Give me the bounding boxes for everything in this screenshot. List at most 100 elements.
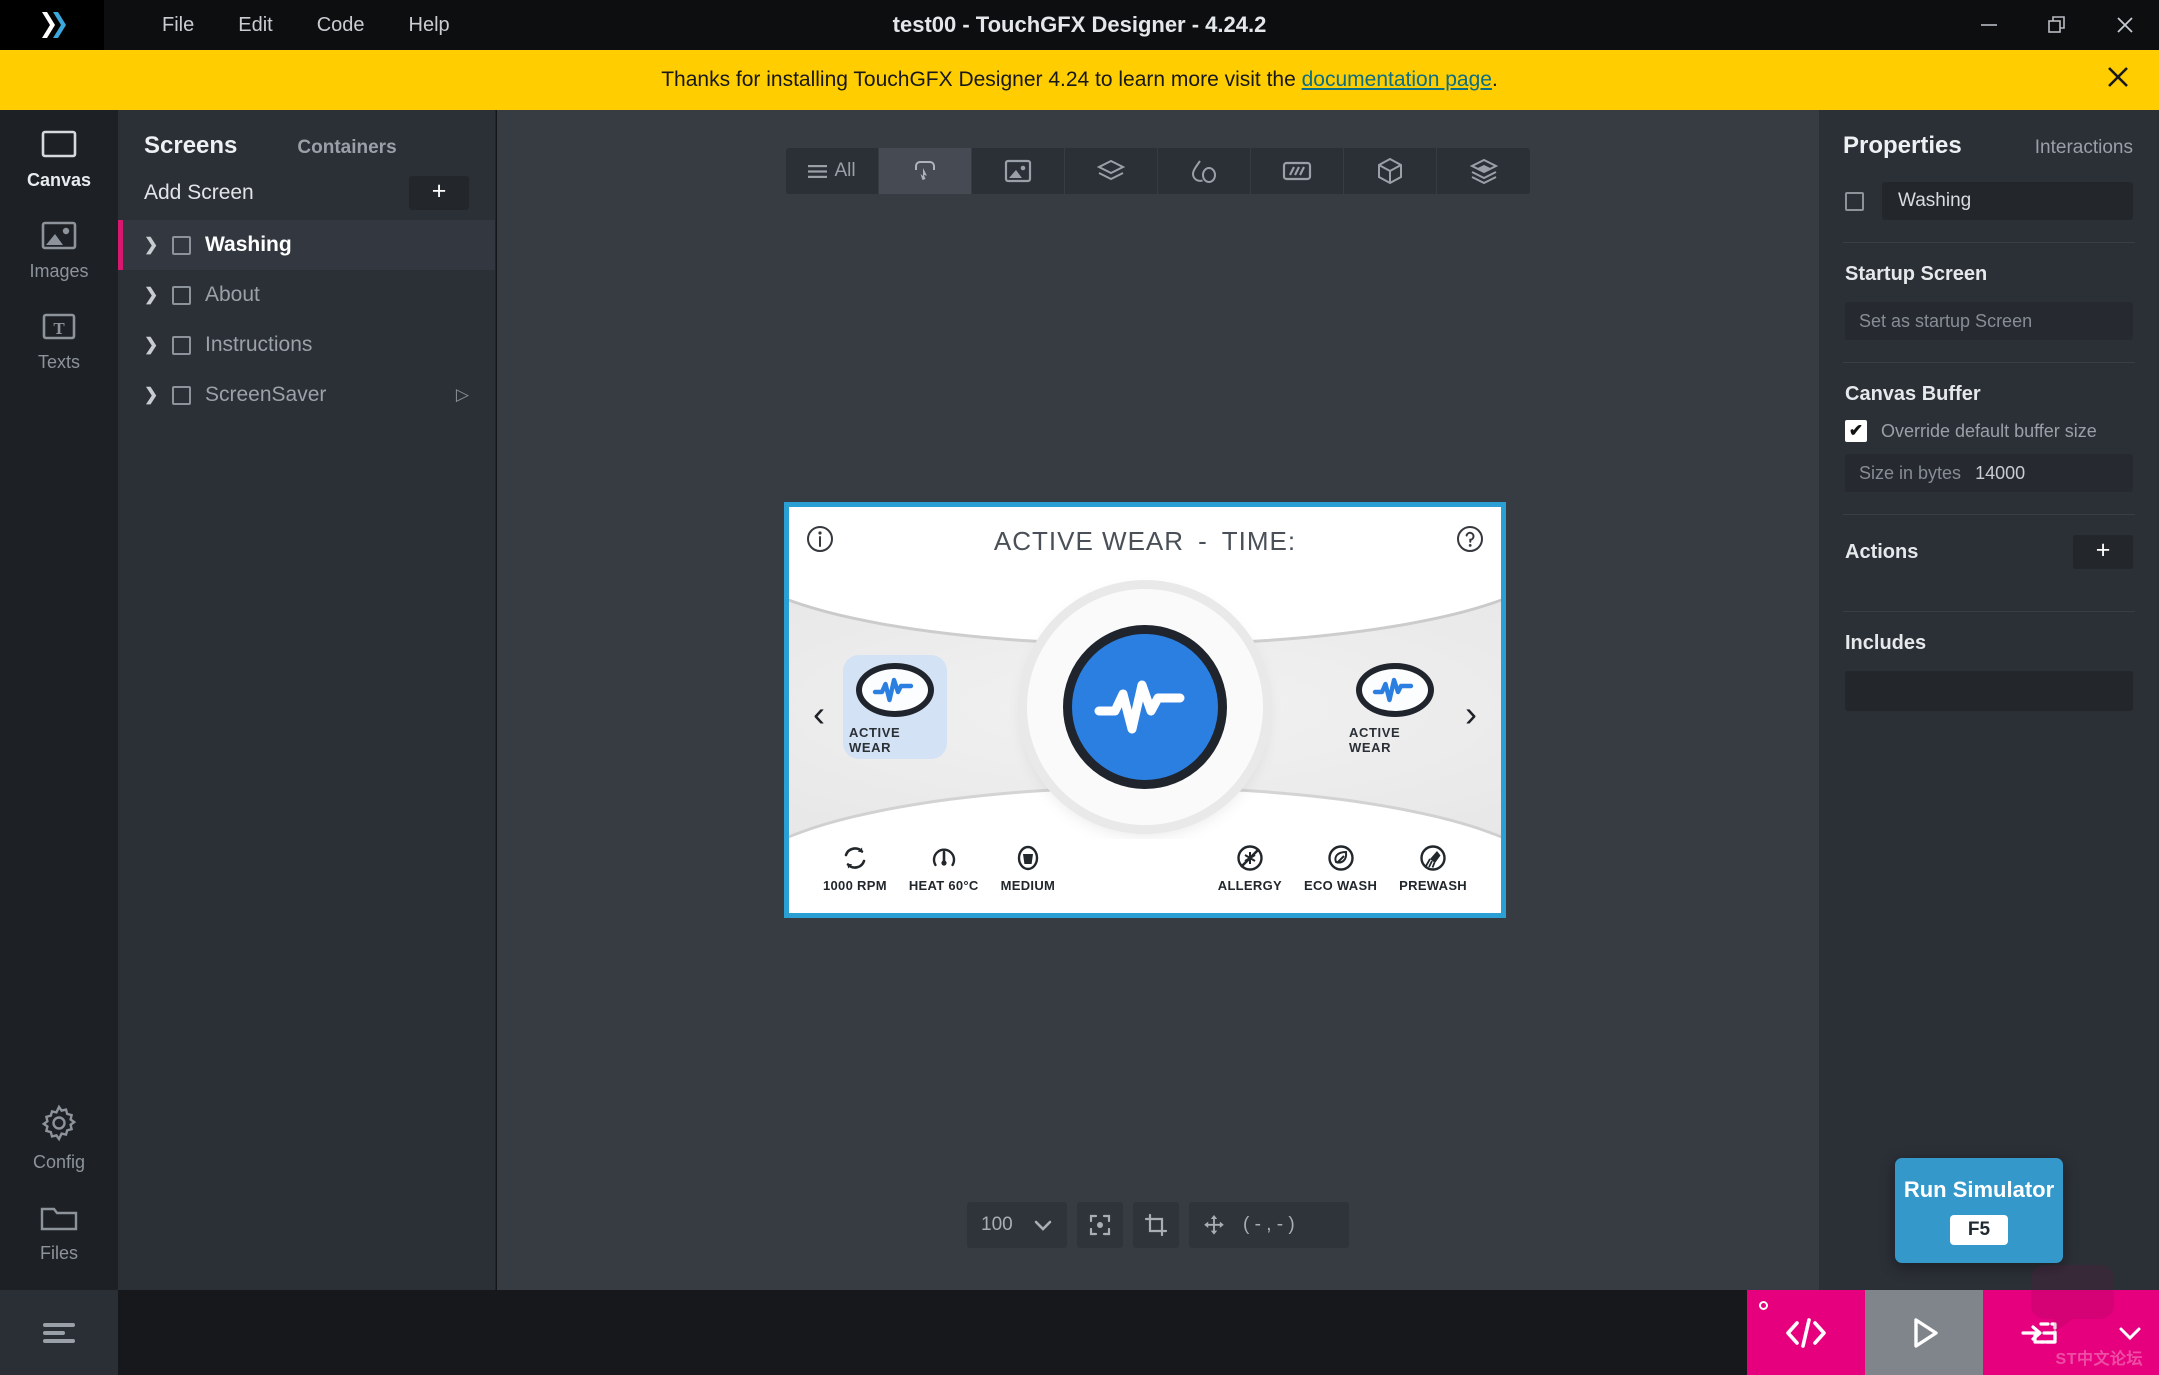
carousel-item-left[interactable]: ACTIVE WEAR <box>843 655 947 759</box>
notification-text-after: . <box>1491 68 1498 91</box>
run-simulator-tooltip[interactable]: Run Simulator F5 <box>1895 1158 2063 1263</box>
override-buffer-row: ✔ Override default buffer size <box>1819 406 2159 442</box>
carousel-next-button[interactable]: › <box>1465 693 1477 735</box>
footer-item-allergy[interactable]: ALLERGY <box>1218 843 1282 893</box>
chevron-right-icon[interactable]: ❯ <box>144 335 158 355</box>
toolbar-widget-custom[interactable] <box>1437 148 1530 194</box>
menu-bar: File Edit Code Help <box>140 8 472 43</box>
rail-item-canvas[interactable]: Canvas <box>0 110 118 201</box>
play-icon[interactable]: ▷ <box>456 385 469 405</box>
toolbar-widget-button[interactable] <box>879 148 972 194</box>
device-title: ACTIVE WEAR - TIME: <box>994 526 1296 557</box>
zoom-level-select[interactable]: 100 <box>967 1202 1067 1248</box>
toolbar-widget-shape[interactable] <box>1158 148 1251 194</box>
footer-item-heat[interactable]: HEAT 60°C <box>909 843 979 893</box>
chevron-right-icon[interactable]: ❯ <box>144 235 158 255</box>
carousel-center-button[interactable] <box>1063 625 1227 789</box>
hamburger-icon <box>808 164 828 178</box>
screen-name-row: Washing <box>1819 182 2159 220</box>
set-as-startup-screen-button[interactable]: Set as startup Screen <box>1845 302 2133 340</box>
tab-containers[interactable]: Containers <box>297 137 396 159</box>
rail-label-config: Config <box>32 1152 86 1172</box>
run-target-dropdown-button[interactable] <box>2101 1290 2159 1375</box>
notification-close-button[interactable] <box>2095 60 2141 100</box>
toolbar-widget-gauge[interactable] <box>1251 148 1344 194</box>
notification-text-before: Thanks for installing TouchGFX Designer … <box>661 68 1302 91</box>
add-screen-button[interactable]: + <box>409 176 469 210</box>
add-action-button[interactable]: + <box>2073 535 2133 569</box>
footer-item-label: 1000 RPM <box>823 878 887 893</box>
run-button[interactable] <box>1865 1290 1983 1375</box>
play-icon <box>1914 1317 1938 1348</box>
screen-list-item-instructions[interactable]: ❯ Instructions <box>118 320 495 370</box>
chevron-right-icon[interactable]: ❯ <box>144 385 158 405</box>
run-target-button[interactable] <box>1983 1290 2101 1375</box>
carousel-prev-button[interactable]: ‹ <box>813 693 825 735</box>
screen-checkbox[interactable] <box>172 335 191 355</box>
info-icon[interactable] <box>805 524 835 559</box>
fit-to-screen-button[interactable] <box>1077 1202 1123 1248</box>
footer-item-prewash[interactable]: PREWASH <box>1399 843 1467 893</box>
fit-to-screen-icon <box>1089 1214 1111 1236</box>
rail-label-canvas: Canvas <box>26 170 92 190</box>
chevron-down-icon <box>1034 1220 1052 1231</box>
generate-code-button[interactable] <box>1747 1290 1865 1375</box>
shapes-icon <box>1191 160 1216 183</box>
buffer-size-label: Size in bytes <box>1859 462 1962 483</box>
close-button[interactable] <box>2091 0 2159 50</box>
run-simulator-label: Run Simulator <box>1903 1176 2055 1202</box>
menu-item-help[interactable]: Help <box>387 8 472 43</box>
footer-item-label: ECO WASH <box>1303 878 1378 893</box>
rail-hamburger-button[interactable] <box>0 1290 118 1375</box>
screen-name-input[interactable]: Washing <box>1882 182 2133 220</box>
tab-properties[interactable]: Properties <box>1843 132 1962 160</box>
device-carousel[interactable]: ‹ ACTIVE WEAR ACTIVE WEAR › <box>789 575 1501 839</box>
rail-item-config[interactable]: Config <box>0 1084 118 1183</box>
screen-checkbox[interactable] <box>172 285 191 305</box>
crop-button[interactable] <box>1133 1202 1179 1248</box>
rail-item-texts[interactable]: T Texts <box>0 292 118 383</box>
menu-item-code[interactable]: Code <box>295 8 387 43</box>
screen-name-label: Washing <box>205 233 292 256</box>
rail-item-images[interactable]: Images <box>0 201 118 292</box>
chevron-right-icon[interactable]: ❯ <box>144 285 158 305</box>
buffer-size-input[interactable]: Size in bytes 14000 <box>1845 454 2133 492</box>
toolbar-widget-3d[interactable] <box>1344 148 1437 194</box>
tab-screens[interactable]: Screens <box>144 132 237 160</box>
screen-checkbox[interactable] <box>172 235 191 255</box>
svg-text:T: T <box>53 319 65 338</box>
startup-screen-section-title: Startup Screen <box>1845 263 1988 285</box>
screen-checkbox[interactable] <box>172 385 191 405</box>
maximize-button[interactable] <box>2023 0 2091 50</box>
toolbar-widget-container[interactable] <box>1065 148 1158 194</box>
screen-list-item-about[interactable]: ❯ About <box>118 270 495 320</box>
button-click-icon <box>915 161 935 180</box>
override-buffer-checkbox[interactable]: ✔ <box>1845 420 1867 442</box>
properties-panel: Properties Interactions Washing Startup … <box>1819 110 2159 1290</box>
progress-icon <box>1282 161 1312 181</box>
includes-input[interactable] <box>1845 671 2133 711</box>
documentation-link[interactable]: documentation page <box>1302 68 1492 91</box>
gear-icon <box>41 1104 77 1142</box>
canvas-coordinates[interactable]: ( - , - ) <box>1189 1202 1349 1248</box>
menu-item-file[interactable]: File <box>140 8 216 43</box>
footer-item-eco[interactable]: ECO WASH <box>1304 843 1377 893</box>
carousel-item-right[interactable]: ACTIVE WEAR <box>1349 663 1441 755</box>
toolbar-widget-image[interactable] <box>972 148 1065 194</box>
minimize-button[interactable] <box>1955 0 2023 50</box>
screen-visible-checkbox[interactable] <box>1845 191 1864 211</box>
canvas-area[interactable]: All ACTIVE WEAR - TIME: ‹ ACTIVE WEAR AC… <box>497 110 1819 1290</box>
footer-item-spin[interactable]: 1000 RPM <box>823 843 887 893</box>
device-preview[interactable]: ACTIVE WEAR - TIME: ‹ ACTIVE WEAR ACTIVE… <box>784 502 1506 918</box>
menu-item-edit[interactable]: Edit <box>216 8 294 43</box>
help-icon[interactable] <box>1455 524 1485 559</box>
rail-item-files[interactable]: Files <box>0 1183 118 1290</box>
toolbar-filter-all[interactable]: All <box>786 148 879 194</box>
footer-item-load[interactable]: MEDIUM <box>1001 843 1056 893</box>
canvas-widget-toolbar: All <box>786 148 1530 194</box>
touchgfx-logo-icon <box>42 12 66 38</box>
screen-list-item-washing[interactable]: ❯ Washing <box>118 220 495 270</box>
screen-list-item-screensaver[interactable]: ❯ ScreenSaver ▷ <box>118 370 495 420</box>
bottom-run-group: ST中文论坛 <box>1747 1265 2159 1375</box>
tab-interactions[interactable]: Interactions <box>2035 137 2133 159</box>
